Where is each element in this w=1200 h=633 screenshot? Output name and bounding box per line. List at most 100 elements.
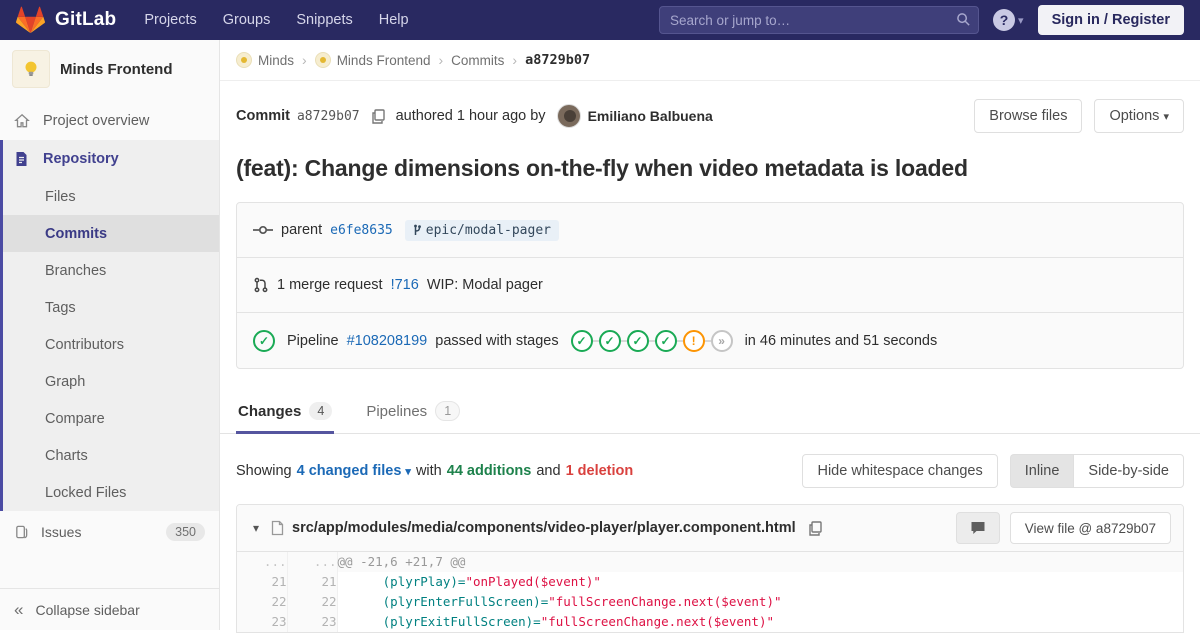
help-menu[interactable]: ? ▾ xyxy=(993,9,1024,31)
sidebar-item-compare[interactable]: Compare xyxy=(3,400,219,437)
mr-title: WIP: Modal pager xyxy=(426,277,543,293)
pipeline-id-link[interactable]: #108208199 xyxy=(347,333,428,349)
document-icon xyxy=(14,151,31,167)
author-avatar[interactable] xyxy=(556,104,581,128)
new-line-number[interactable]: 23 xyxy=(287,612,338,632)
commit-label: Commit xyxy=(236,108,290,124)
tab-changes[interactable]: Changes 4 xyxy=(236,391,335,434)
sidebar-item-charts[interactable]: Charts xyxy=(3,437,219,474)
sidebar-item-repository[interactable]: Repository xyxy=(3,140,219,178)
main-content: Minds › Minds Frontend › Commits › a8729… xyxy=(220,40,1200,633)
options-dropdown-button[interactable]: Options ▾ xyxy=(1094,99,1184,133)
new-line-number[interactable]: 22 xyxy=(287,592,338,612)
chevron-down-icon: ▾ xyxy=(1018,14,1024,27)
nav-projects[interactable]: Projects xyxy=(144,12,196,28)
inline-view-button[interactable]: Inline xyxy=(1009,454,1074,488)
old-line-number[interactable]: 22 xyxy=(237,592,288,612)
side-by-side-view-button[interactable]: Side-by-side xyxy=(1073,454,1184,488)
hunk-header-text: @@ -21,6 +21,7 @@ xyxy=(337,552,1183,572)
view-file-button[interactable]: View file @ a8729b07 xyxy=(1009,512,1171,544)
mr-id-link[interactable]: !716 xyxy=(391,277,419,293)
breadcrumb-current-sha: a8729b07 xyxy=(525,52,591,68)
old-line-number[interactable]: 21 xyxy=(237,572,288,592)
tab-label: Changes xyxy=(238,402,302,420)
code-line: (plyrPlay)="onPlayed($event)" xyxy=(337,574,601,589)
git-commit-icon xyxy=(253,223,273,237)
nav-help[interactable]: Help xyxy=(379,12,409,28)
parent-label: parent xyxy=(281,222,323,238)
search-icon[interactable] xyxy=(956,12,971,27)
copy-file-path-icon[interactable] xyxy=(808,520,822,536)
commit-tabs: Changes 4 Pipelines 1 xyxy=(220,391,1200,434)
sidebar-item-contributors[interactable]: Contributors xyxy=(3,326,219,363)
project-context-header[interactable]: Minds Frontend xyxy=(0,40,219,102)
sidebar-item-label: Project overview xyxy=(43,113,150,129)
author-name[interactable]: Emiliano Balbuena xyxy=(588,108,713,124)
tab-label: Pipelines xyxy=(366,402,428,420)
tab-pipelines[interactable]: Pipelines 1 xyxy=(364,391,462,433)
code-line: (plyrExitFullScreen)="fullScreenChange.n… xyxy=(337,614,774,629)
sidebar-item-commits[interactable]: Commits xyxy=(3,215,219,252)
new-line-gutter[interactable]: ... xyxy=(287,552,338,572)
pipeline-label: Pipeline xyxy=(287,332,339,349)
collapse-diff-icon[interactable]: ▾ xyxy=(249,521,263,535)
collapse-sidebar-button[interactable]: « Collapse sidebar xyxy=(0,588,219,630)
sidebar-item-label: Contributors xyxy=(45,336,124,353)
sidebar-item-graph[interactable]: Graph xyxy=(3,363,219,400)
file-path[interactable]: src/app/modules/media/components/video-p… xyxy=(292,520,796,536)
sidebar-item-locked-files[interactable]: Locked Files xyxy=(3,474,219,511)
sidebar-item-files[interactable]: Files xyxy=(3,178,219,215)
sign-in-button[interactable]: Sign in / Register xyxy=(1037,5,1184,35)
stage-success-icon[interactable]: ✓ xyxy=(626,329,649,352)
issues-icon xyxy=(14,524,29,540)
showing-text: Showing xyxy=(236,463,292,479)
nav-snippets[interactable]: Snippets xyxy=(296,12,352,28)
top-navbar: GitLab Projects Groups Snippets Help ? ▾… xyxy=(0,0,1200,40)
and-text: and xyxy=(536,463,561,479)
gitlab-tanuki-icon xyxy=(16,6,45,34)
gitlab-wordmark: GitLab xyxy=(55,9,117,30)
pipeline-row: ✓ Pipeline #108208199 passed with stages… xyxy=(237,313,1183,368)
stage-success-icon[interactable]: ✓ xyxy=(598,329,621,352)
stage-skipped-icon[interactable]: » xyxy=(710,329,733,352)
collapse-label: Collapse sidebar xyxy=(35,601,140,618)
sidebar-item-branches[interactable]: Branches xyxy=(3,252,219,289)
gitlab-logo[interactable]: GitLab xyxy=(16,6,116,34)
breadcrumb-commits[interactable]: Commits xyxy=(451,53,504,68)
old-line-gutter[interactable]: ... xyxy=(237,552,288,572)
parent-sha-link[interactable]: e6fe8635 xyxy=(330,223,393,238)
sidebar-item-project-overview[interactable]: Project overview xyxy=(0,102,219,140)
global-search xyxy=(659,6,980,34)
stage-warning-icon[interactable]: ! xyxy=(682,329,705,352)
sidebar-item-tags[interactable]: Tags xyxy=(3,289,219,326)
project-sidebar: Minds Frontend Project overview Reposito… xyxy=(0,40,220,630)
diff-line-row: 22 22 (plyrEnterFullScreen)="fullScreenC… xyxy=(237,592,1183,612)
stage-success-icon[interactable]: ✓ xyxy=(570,329,593,352)
authored-text: authored 1 hour ago by xyxy=(395,108,546,124)
deletions-count: 1 deletion xyxy=(565,463,634,479)
hide-whitespace-button[interactable]: Hide whitespace changes xyxy=(802,454,998,488)
browse-files-button[interactable]: Browse files xyxy=(974,99,1083,133)
pipeline-mini-graph: ✓ ✓ ✓ ✓ ! » xyxy=(570,329,733,352)
caret-down-icon: ▾ xyxy=(405,466,411,478)
old-line-number[interactable]: 23 xyxy=(237,612,288,632)
new-line-number[interactable]: 21 xyxy=(287,572,338,592)
breadcrumb-project[interactable]: Minds Frontend xyxy=(314,52,430,68)
with-text: with xyxy=(415,463,442,479)
nav-groups[interactable]: Groups xyxy=(223,12,271,28)
pipeline-status-text: passed with stages xyxy=(435,332,559,349)
branch-badge[interactable]: epic/modal-pager xyxy=(404,219,559,241)
search-input[interactable] xyxy=(659,6,980,34)
toggle-comments-button[interactable] xyxy=(955,512,1000,544)
project-avatar-small xyxy=(314,52,331,68)
sidebar-item-issues[interactable]: Issues 350 xyxy=(0,511,219,553)
sidebar-item-label: Charts xyxy=(45,447,88,464)
stage-success-icon[interactable]: ✓ xyxy=(654,329,677,352)
breadcrumb-group[interactable]: Minds xyxy=(236,52,294,68)
additions-count: 44 additions xyxy=(446,463,532,479)
sidebar-item-label: Graph xyxy=(45,373,86,390)
project-name: Minds Frontend xyxy=(60,60,173,78)
changed-files-dropdown[interactable]: 4 changed files ▾ xyxy=(297,463,411,479)
pipeline-status-icon[interactable]: ✓ xyxy=(253,329,275,352)
copy-commit-sha-icon[interactable] xyxy=(371,108,385,124)
